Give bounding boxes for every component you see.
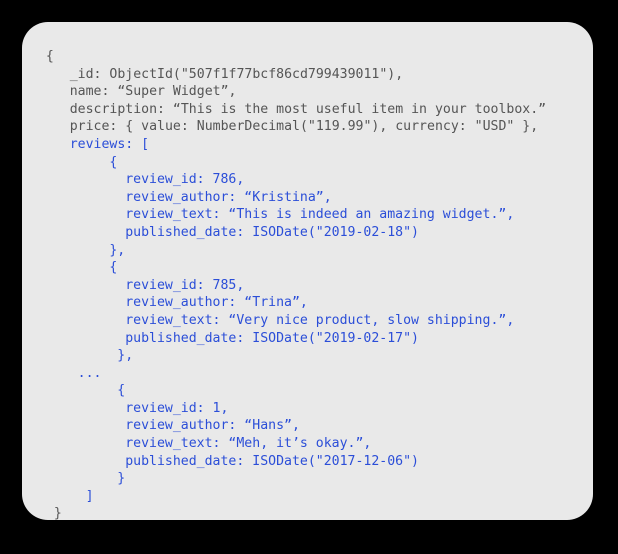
line-review2-text: review_text: “Very nice product, slow sh… <box>125 312 515 328</box>
line-review2-date: published_date: ISODate("2019-02-17") <box>125 330 419 346</box>
screenshot-stage: { _id: ObjectId("507f1f77bcf86cd799439011… <box>0 0 618 554</box>
line-id: _id: ObjectId("507f1f77bcf86cd799439011"… <box>69 66 404 82</box>
line-review3-text: review_text: “Meh, it’s okay.”, <box>125 436 372 452</box>
line-review2-open: { <box>109 260 118 276</box>
line-review1-close: }, <box>109 242 126 258</box>
line-review2-author: review_author: “Trina”, <box>125 295 308 311</box>
line-review3-id: review_id: 1, <box>125 400 229 416</box>
line-review1-text: review_text: “This is indeed an amazing … <box>125 207 515 223</box>
line-review1-author: review_author: “Kristina”, <box>125 189 332 205</box>
line-close-brace: } <box>53 506 62 520</box>
line-review3-date: published_date: ISODate("2017-12-06") <box>125 453 419 469</box>
mongodb-document-listing: { _id: ObjectId("507f1f77bcf86cd799439011… <box>22 22 593 520</box>
line-description: description: “This is the most useful it… <box>69 101 547 117</box>
line-reviews-open: reviews: [ <box>69 136 150 152</box>
line-open-brace: { <box>45 49 54 64</box>
line-review2-close: }, <box>117 348 134 364</box>
line-name: name: “Super Widget”, <box>69 84 237 100</box>
line-review3-open: { <box>117 383 126 399</box>
line-review3-author: review_author: “Hans”, <box>125 418 300 434</box>
line-review1-date: published_date: ISODate("2019-02-18") <box>125 224 419 240</box>
line-review3-close: } <box>117 471 126 487</box>
line-price: price: { value: NumberDecimal("119.99"),… <box>69 119 539 135</box>
line-review1-open: { <box>109 154 118 170</box>
code-card: { _id: ObjectId("507f1f77bcf86cd799439011… <box>22 22 593 520</box>
line-ellipsis: ... <box>77 365 102 381</box>
line-review2-id: review_id: 785, <box>125 277 245 293</box>
line-review1-id: review_id: 786, <box>125 172 245 188</box>
line-reviews-close: ] <box>85 488 94 504</box>
